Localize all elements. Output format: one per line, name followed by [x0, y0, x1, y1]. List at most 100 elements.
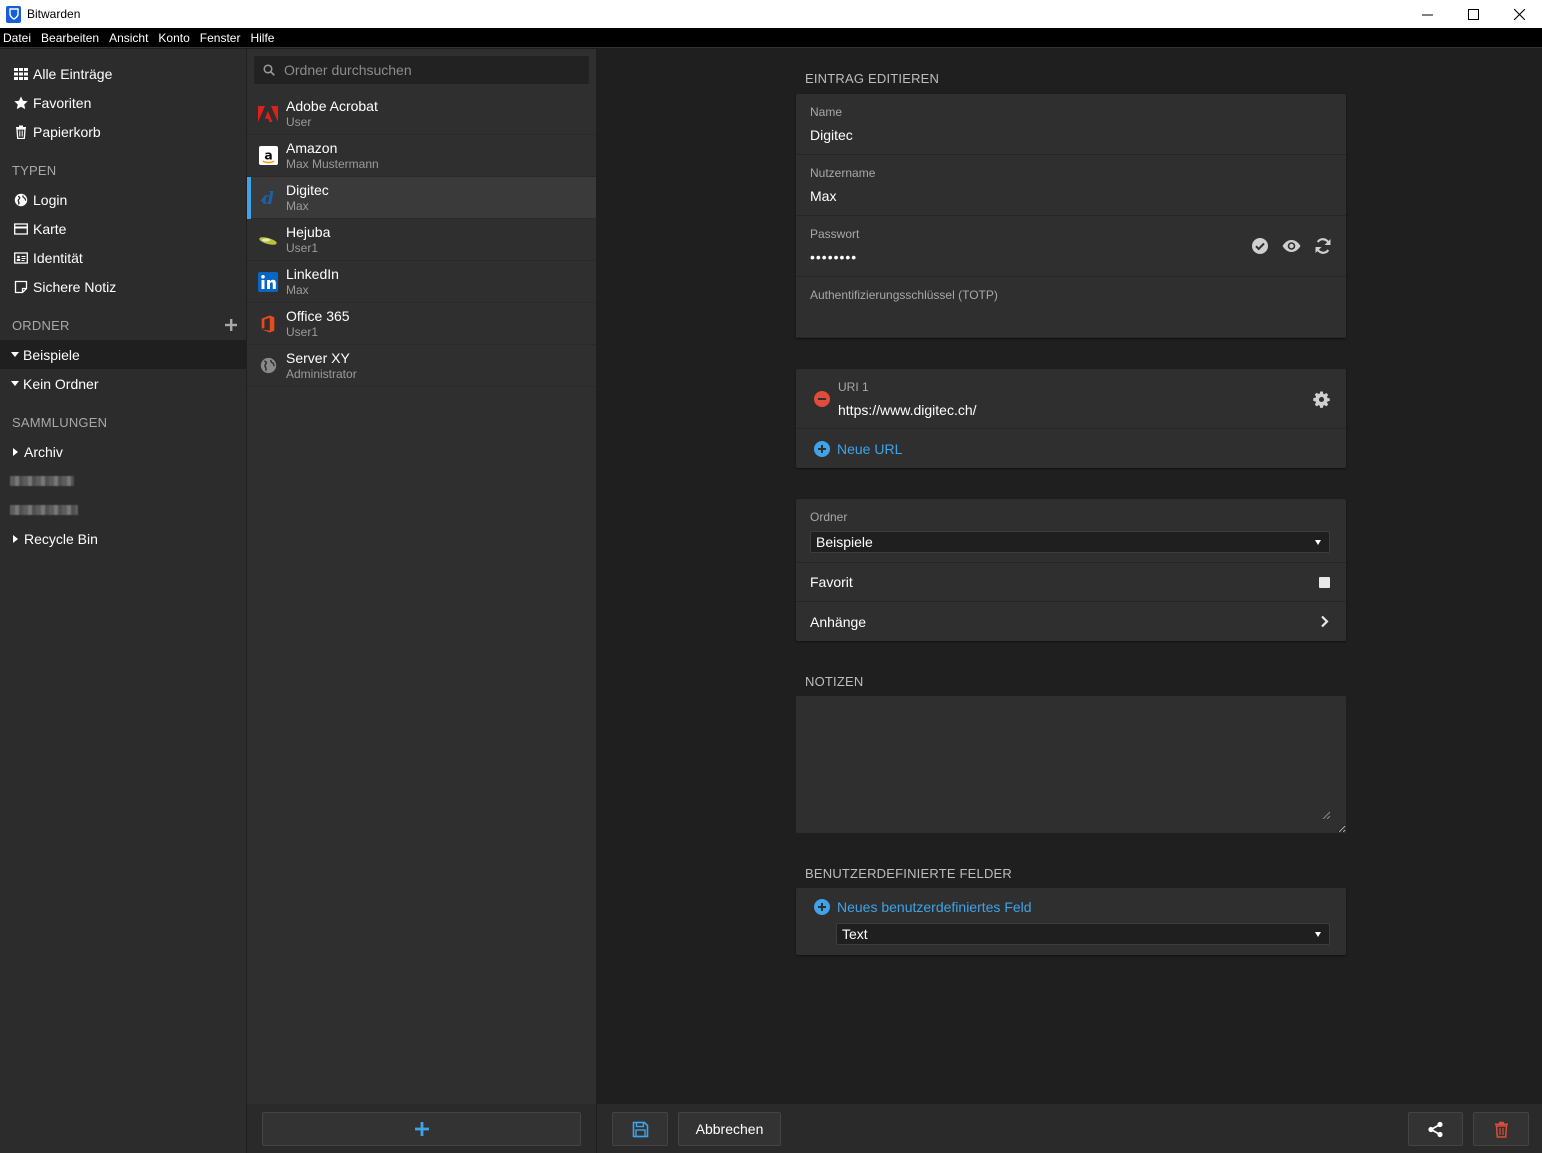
sidebar-item-trash[interactable]: Papierkorb [0, 117, 246, 146]
menu-fenster[interactable]: Fenster [196, 28, 247, 48]
caret-down-icon [11, 352, 19, 357]
note-icon [13, 279, 28, 294]
item-name: Hejuba [286, 223, 331, 240]
password-input[interactable]: •••••••• [810, 249, 857, 265]
sidebar-item-identity[interactable]: Identität [0, 243, 246, 272]
cancel-button[interactable]: Abbrechen [678, 1112, 781, 1146]
list-item[interactable]: Adobe Acrobat User [247, 93, 596, 135]
folder-select[interactable]: Beispiele [810, 531, 1330, 553]
item-username: Max [286, 198, 309, 213]
trash-icon [13, 124, 28, 139]
title-bar: Bitwarden [0, 0, 1542, 28]
sidebar-item-label: Archiv [24, 443, 63, 460]
item-name: Adobe Acrobat [286, 97, 378, 114]
gear-icon[interactable] [1313, 391, 1330, 408]
chevron-down-icon [1315, 540, 1321, 545]
uri-input[interactable]: https://www.digitec.ch/ [838, 402, 977, 418]
collections-heading: SAMMLUNGEN [12, 415, 108, 430]
password-label: Passwort [810, 227, 860, 241]
menu-hilfe[interactable]: Hilfe [246, 28, 280, 48]
plus-icon [414, 1122, 429, 1136]
sidebar-item-collection-archiv[interactable]: Archiv [0, 437, 246, 466]
close-icon [1513, 8, 1525, 20]
custom-fields-card: Neues benutzerdefiniertes Feld Text [796, 888, 1346, 955]
sidebar-item-all[interactable]: Alle Einträge [0, 59, 246, 88]
close-button[interactable] [1496, 0, 1542, 28]
sidebar-item-label: Favoriten [33, 94, 92, 111]
item-username: Administrator [286, 366, 357, 381]
svg-text:a: a [264, 148, 272, 162]
list-item[interactable]: a Amazon Max Mustermann [247, 135, 596, 177]
item-username: Max Mustermann [286, 156, 379, 171]
minimize-button[interactable] [1404, 0, 1450, 28]
sidebar-item-redacted[interactable] [0, 495, 246, 524]
item-list-pane: Adobe AcrobatUser a AmazonMax Mustermann… [247, 49, 597, 1153]
list-item[interactable]: LinkedIn Max [247, 261, 596, 303]
trash-icon [1494, 1121, 1508, 1138]
notes-section-title: NOTIZEN [805, 674, 864, 689]
delete-button[interactable] [1473, 1112, 1529, 1146]
name-input[interactable]: Digitec [810, 127, 853, 143]
menu-bar: Datei Bearbeiten Ansicht Konto Fenster H… [0, 28, 1542, 48]
favorite-checkbox[interactable] [1319, 577, 1330, 588]
edit-pane: EINTRAG EDITIEREN Name Digitec Nutzernam… [597, 49, 1542, 1153]
name-field[interactable]: Name Digitec [796, 94, 1346, 155]
item-username: User [286, 114, 312, 129]
sidebar-item-redacted[interactable] [0, 466, 246, 495]
sidebar-item-login[interactable]: Login [0, 185, 246, 214]
save-button[interactable] [612, 1112, 668, 1146]
uri-row: URI 1 https://www.digitec.ch/ [796, 369, 1346, 429]
regenerate-icon[interactable] [1314, 237, 1332, 255]
list-item[interactable]: Hejuba User1 [247, 219, 596, 261]
amazon-icon: a [258, 146, 278, 166]
new-custom-field-button[interactable]: Neues benutzerdefiniertes Feld [796, 888, 1346, 926]
sidebar-item-label: Papierkorb [33, 123, 101, 140]
maximize-button[interactable] [1450, 0, 1496, 28]
sidebar-item-folder-beispiele[interactable]: Beispiele [0, 340, 246, 369]
name-label: Name [810, 105, 843, 119]
menu-ansicht[interactable]: Ansicht [105, 28, 154, 48]
list-item[interactable]: Server XY Administrator [247, 345, 596, 387]
sidebar: Alle Einträge Favoriten Papierkorb TYPEN… [0, 49, 247, 1153]
list-item[interactable]: d Digitec Max [247, 177, 596, 219]
add-folder-icon[interactable] [225, 319, 237, 331]
username-field[interactable]: Nutzername Max [796, 155, 1346, 216]
check-password-icon[interactable] [1251, 237, 1269, 255]
edit-section-title: EINTRAG EDITIEREN [805, 71, 940, 86]
notes-textarea[interactable] [796, 696, 1346, 833]
resize-grip-icon[interactable] [1322, 811, 1330, 819]
sidebar-item-favorites[interactable]: Favoriten [0, 88, 246, 117]
sidebar-item-card[interactable]: Karte [0, 214, 246, 243]
share-button[interactable] [1408, 1112, 1463, 1146]
caret-right-icon [13, 534, 18, 543]
credit-card-icon [13, 221, 28, 236]
totp-field[interactable]: Authentifizierungsschlüssel (TOTP) [796, 277, 1346, 338]
username-input[interactable]: Max [810, 188, 836, 204]
custom-field-type-select[interactable]: Text [836, 923, 1330, 945]
custom-fields-section-title: BENUTZERDEFINIERTE FELDER [805, 866, 1013, 881]
add-item-button[interactable] [262, 1112, 581, 1146]
attachments-row[interactable]: Anhänge [796, 602, 1346, 641]
hejuba-icon [258, 230, 278, 250]
sidebar-item-secure-note[interactable]: Sichere Notiz [0, 272, 246, 301]
totp-label: Authentifizierungsschlüssel (TOTP) [810, 288, 998, 302]
star-icon [13, 95, 28, 110]
digitec-icon: d [258, 188, 278, 208]
sidebar-item-folder-none[interactable]: Kein Ordner [0, 369, 246, 398]
menu-datei[interactable]: Datei [0, 28, 37, 48]
search-input[interactable] [284, 62, 574, 78]
sidebar-item-label: Karte [33, 220, 67, 237]
favorite-row[interactable]: Favorit [796, 563, 1346, 602]
password-actions [1251, 237, 1332, 255]
remove-uri-icon[interactable] [814, 391, 830, 407]
notes-box [796, 696, 1346, 833]
menu-bearbeiten[interactable]: Bearbeiten [37, 28, 105, 48]
list-item[interactable]: Office 365 User1 [247, 303, 596, 345]
new-url-label: Neue URL [837, 440, 903, 457]
menu-konto[interactable]: Konto [154, 28, 195, 48]
sidebar-item-collection-recycle-bin[interactable]: Recycle Bin [0, 524, 246, 553]
new-url-button[interactable]: Neue URL [796, 429, 1346, 468]
linkedin-icon [258, 271, 278, 292]
types-heading: TYPEN [12, 163, 57, 178]
eye-icon[interactable] [1281, 237, 1302, 255]
